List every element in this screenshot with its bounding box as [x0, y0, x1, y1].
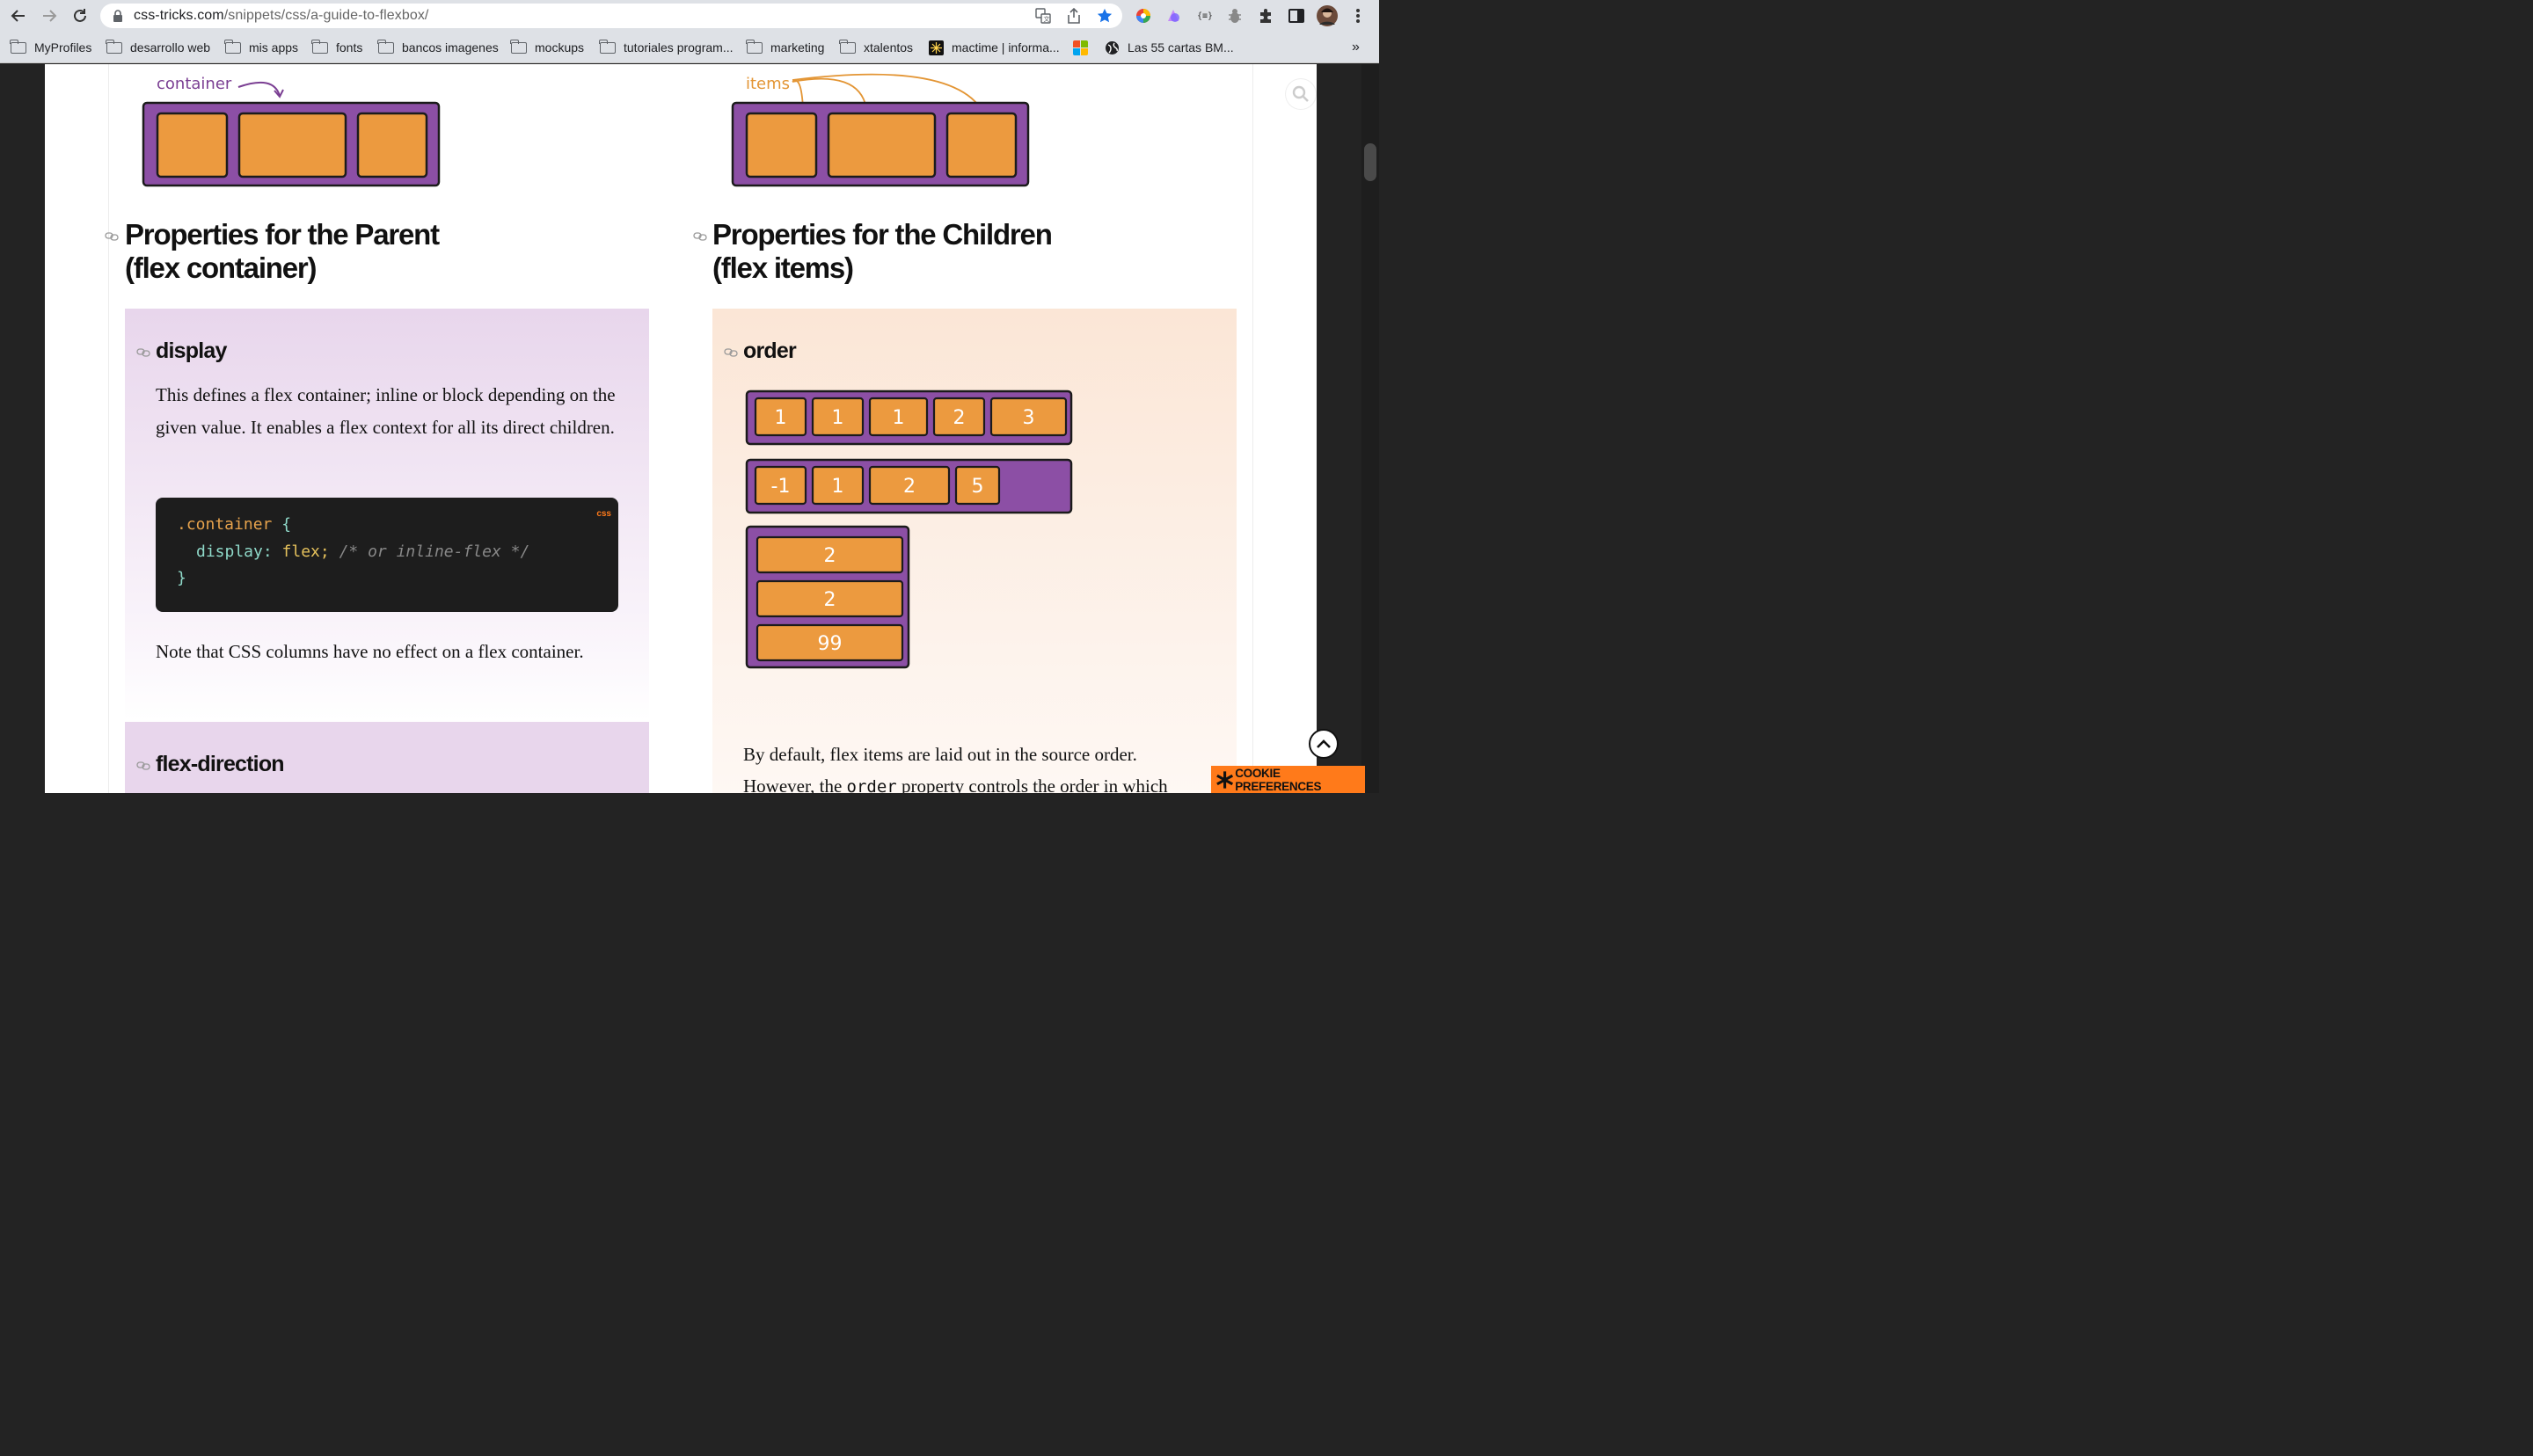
mactime-favicon — [929, 40, 944, 55]
address-bar[interactable]: css-tricks.com/snippets/css/a-guide-to-f… — [100, 4, 1122, 28]
bookmark-mactime[interactable]: mactime | informa... — [929, 39, 1060, 56]
order-column-item-label: 2 — [824, 545, 836, 567]
order-row2-item-label: 5 — [972, 476, 984, 498]
anchor-link-icon[interactable] — [724, 348, 738, 357]
parent-heading: Properties for the Parent (flex container… — [125, 218, 440, 284]
bookmark-mis-apps[interactable]: mis apps — [224, 39, 298, 56]
profile-avatar[interactable] — [1317, 5, 1338, 26]
microsoft-logo-icon — [1073, 40, 1088, 55]
anchor-link-icon[interactable] — [693, 232, 707, 241]
bookmark-marketing[interactable]: marketing — [746, 39, 824, 56]
folder-icon — [839, 39, 856, 54]
chevron-up-icon — [1317, 739, 1331, 748]
extensions-puzzle-icon[interactable] — [1257, 7, 1274, 25]
order-row2-item-label: 1 — [832, 476, 844, 498]
code-block[interactable]: css .container { display: flex; /* or in… — [156, 498, 618, 612]
folder-icon — [311, 39, 328, 54]
anchor-link-icon[interactable] — [136, 348, 150, 357]
reload-icon[interactable] — [69, 5, 91, 26]
globe-icon — [1106, 40, 1119, 55]
flex-container-illustration — [142, 101, 441, 187]
anchor-link-icon[interactable] — [136, 761, 150, 770]
order-row1-item-label: 3 — [1023, 407, 1035, 429]
page-content: container items Properties for the Paren… — [45, 64, 1317, 793]
scrollbar-thumb[interactable] — [1364, 143, 1376, 181]
flex-items-illustration — [731, 101, 1030, 187]
content-border — [1252, 64, 1253, 793]
display-note: Note that CSS columns have no effect on … — [156, 641, 584, 662]
asterisk-icon — [1216, 770, 1234, 789]
bookmark-las-55-cartas[interactable]: Las 55 cartas BM... — [1105, 39, 1234, 56]
menu-dots-icon[interactable] — [1349, 7, 1367, 25]
bookmark-star-icon[interactable] — [1097, 8, 1113, 24]
cookie-preferences-button[interactable]: COOKIE PREFERENCES — [1211, 766, 1365, 793]
bookmark-mockups[interactable]: mockups — [510, 39, 584, 56]
order-row1-item-label: 1 — [893, 407, 905, 429]
folder-icon — [224, 39, 241, 54]
bookmark-xtalentos[interactable]: xtalentos — [839, 39, 913, 56]
bug-extension-icon[interactable] — [1226, 7, 1244, 25]
folder-icon — [106, 39, 122, 54]
bookmark-myprofiles[interactable]: MyProfiles — [10, 39, 91, 56]
forward-icon[interactable] — [39, 5, 60, 26]
scroll-to-top-button[interactable] — [1309, 729, 1339, 759]
svg-text:文: 文 — [1044, 15, 1050, 23]
display-title: display — [156, 339, 227, 363]
url-text: css-tricks.com/snippets/css/a-guide-to-f… — [134, 8, 429, 23]
folder-icon — [510, 39, 527, 54]
flex-direction-title: flex-direction — [156, 752, 285, 776]
folder-icon — [746, 39, 763, 54]
order-column-item-label: 2 — [824, 589, 836, 611]
browser-toolbar: css-tricks.com/snippets/css/a-guide-to-f… — [0, 0, 1379, 32]
order-row2-item-label: 2 — [903, 476, 916, 498]
bookmarks-overflow-button[interactable]: » — [1352, 39, 1360, 56]
order-row1-item-label: 1 — [832, 407, 844, 429]
order-row1-item-label: 2 — [953, 407, 966, 429]
order-row2-item-label: -1 — [771, 476, 791, 498]
json-extension-icon[interactable]: {≡} — [1195, 7, 1215, 25]
gradient-extension-icon[interactable] — [1164, 7, 1182, 25]
bookmark-microsoft[interactable] — [1073, 39, 1096, 56]
order-title: order — [743, 339, 797, 363]
order-column-item-label: 99 — [818, 633, 843, 655]
folder-icon — [599, 39, 616, 54]
items-label: items — [746, 75, 791, 93]
order-diagram: 1 1 1 2 3 -1 1 2 5 2 2 99 — [745, 389, 1073, 669]
order-description: By default, flex items are laid out in t… — [743, 744, 1168, 793]
content-border — [108, 64, 109, 793]
lock-icon — [113, 10, 123, 26]
share-icon[interactable] — [1066, 8, 1082, 24]
translate-icon[interactable]: 文 — [1035, 8, 1051, 24]
folder-icon — [10, 39, 26, 54]
bookmark-desarrollo-web[interactable]: desarrollo web — [106, 39, 210, 56]
side-panel-icon[interactable] — [1288, 7, 1305, 25]
anchor-link-icon[interactable] — [105, 232, 119, 241]
bookmark-fonts[interactable]: fonts — [311, 39, 362, 56]
folder-icon — [377, 39, 394, 54]
color-wheel-extension-icon[interactable] — [1135, 7, 1152, 25]
display-description: This defines a flex container; inline or… — [156, 384, 616, 438]
children-heading: Properties for the Children (flex items) — [712, 218, 1053, 284]
order-row1-item-label: 1 — [775, 407, 787, 429]
bookmarks-bar: MyProfiles desarrollo web mis apps fonts… — [0, 32, 1379, 63]
search-button[interactable] — [1286, 79, 1316, 109]
search-icon — [1292, 85, 1309, 102]
container-arrow — [237, 81, 284, 98]
bookmark-tutoriales[interactable]: tutoriales program... — [599, 39, 734, 56]
back-icon[interactable] — [8, 5, 29, 26]
code-language-badge: css — [596, 509, 611, 519]
bookmark-bancos-imagenes[interactable]: bancos imagenes — [377, 39, 499, 56]
container-label: container — [157, 75, 232, 93]
